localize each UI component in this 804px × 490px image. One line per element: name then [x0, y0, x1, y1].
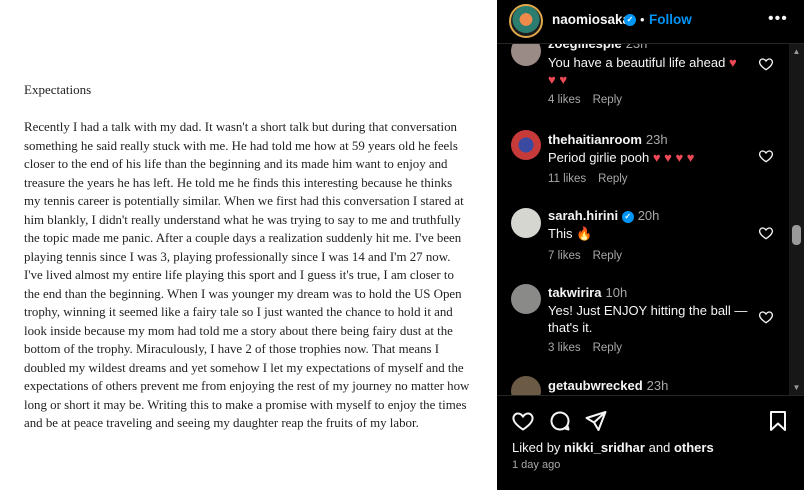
- comment-avatar[interactable]: [511, 44, 541, 66]
- note-title: Expectations: [24, 82, 92, 97]
- verified-badge-icon: ✓: [621, 210, 634, 223]
- bookmark-icon[interactable]: [766, 409, 790, 433]
- paper-plane-icon[interactable]: [584, 409, 608, 433]
- post-timestamp[interactable]: 1 day ago: [512, 459, 560, 471]
- heart-outline-icon[interactable]: [511, 409, 535, 433]
- comment-time: 10h: [605, 285, 628, 300]
- reply-button[interactable]: Reply: [593, 342, 622, 354]
- comment-likes[interactable]: 3 likes: [548, 342, 581, 354]
- reply-button[interactable]: Reply: [593, 94, 622, 106]
- heart-emoji-icon: ♥: [728, 55, 737, 70]
- follow-button[interactable]: Follow: [649, 12, 692, 27]
- comment-item: thehaitianroom 23h Period girlie pooh ♥ ♥…: [497, 130, 789, 190]
- comment-username[interactable]: takwirira 10h: [548, 285, 627, 300]
- separator-dot: •: [640, 12, 645, 27]
- comment-item: sarah.hirini ✓ 20h This 🔥 7 likes Reply: [497, 208, 789, 268]
- comments-panel: naomiosaka ✓ • Follow ••• zoegillespie23…: [497, 0, 804, 490]
- comment-likes[interactable]: 7 likes: [548, 250, 581, 262]
- comment-meta: 3 likes Reply: [548, 342, 634, 354]
- verified-badge-icon: ✓: [624, 14, 636, 26]
- liked-by-others-link[interactable]: others: [674, 440, 714, 455]
- scroll-down-icon[interactable]: ▼: [792, 383, 801, 392]
- heart-emoji-icon: ♥ ♥ ♥ ♥: [652, 150, 695, 165]
- comment-avatar[interactable]: [511, 284, 541, 314]
- reply-button[interactable]: Reply: [593, 250, 622, 262]
- comments-scrollbar[interactable]: ▲ ▼: [789, 44, 804, 395]
- post-image: Expectations Recently I had a talk with …: [0, 0, 497, 490]
- comment-text: Period girlie pooh ♥ ♥ ♥ ♥: [548, 150, 695, 165]
- note-body: Recently I had a talk with my dad. It wa…: [24, 120, 470, 430]
- heart-outline-icon[interactable]: [758, 148, 774, 164]
- liked-by-text: Liked by nikki_sridhar and others: [512, 440, 714, 455]
- comment-meta: 7 likes Reply: [548, 250, 634, 262]
- comment-bubble-icon[interactable]: [548, 409, 572, 433]
- reply-button[interactable]: Reply: [598, 173, 627, 185]
- comment-username[interactable]: thehaitianroom 23h: [548, 132, 668, 147]
- comment-text: Yes! Just ENJOY hitting the ball — that'…: [548, 303, 748, 335]
- scrollbar-thumb[interactable]: [792, 225, 801, 245]
- comment-username[interactable]: sarah.hirini ✓ 20h: [548, 208, 659, 223]
- comment-item: zoegillespie23h You have a beautiful lif…: [497, 44, 789, 116]
- comment-time: 23h: [646, 378, 669, 393]
- comment-likes[interactable]: 11 likes: [548, 173, 586, 185]
- comment-likes[interactable]: 4 likes: [548, 94, 581, 106]
- comment-time: 23h: [626, 44, 648, 51]
- author-username[interactable]: naomiosaka: [552, 12, 630, 27]
- liked-by-user-link[interactable]: nikki_sridhar: [564, 440, 645, 455]
- more-options-icon[interactable]: •••: [768, 10, 788, 28]
- comment-username[interactable]: zoegillespie23h: [548, 44, 647, 51]
- comment-item: getaubwrecked 23h: [497, 376, 789, 395]
- post-header: naomiosaka ✓ • Follow •••: [497, 0, 804, 44]
- heart-outline-icon[interactable]: [758, 309, 774, 325]
- heart-outline-icon[interactable]: [758, 56, 774, 72]
- scroll-up-icon[interactable]: ▲: [792, 47, 801, 56]
- comment-avatar[interactable]: [511, 130, 541, 160]
- author-avatar[interactable]: [509, 4, 543, 38]
- comment-text: This 🔥: [548, 226, 593, 241]
- comment-avatar[interactable]: [511, 208, 541, 238]
- comment-text: You have a beautiful life ahead ♥ ♥ ♥: [548, 55, 737, 87]
- comment-time: 20h: [637, 208, 660, 223]
- comments-list: zoegillespie23h You have a beautiful lif…: [497, 44, 789, 395]
- comment-username[interactable]: getaubwrecked 23h: [548, 378, 668, 393]
- comment-time: 23h: [645, 132, 668, 147]
- heart-outline-icon[interactable]: [758, 225, 774, 241]
- comment-meta: 4 likes Reply: [548, 94, 634, 106]
- comment-meta: 11 likes Reply: [548, 173, 640, 185]
- heart-emoji-icon: ♥ ♥: [548, 72, 568, 87]
- comment-avatar[interactable]: [511, 376, 541, 395]
- post-actions: Liked by nikki_sridhar and others 1 day …: [497, 395, 804, 490]
- comment-item: takwirira 10h Yes! Just ENJOY hitting the…: [497, 284, 789, 364]
- fire-emoji-icon: 🔥: [576, 226, 593, 241]
